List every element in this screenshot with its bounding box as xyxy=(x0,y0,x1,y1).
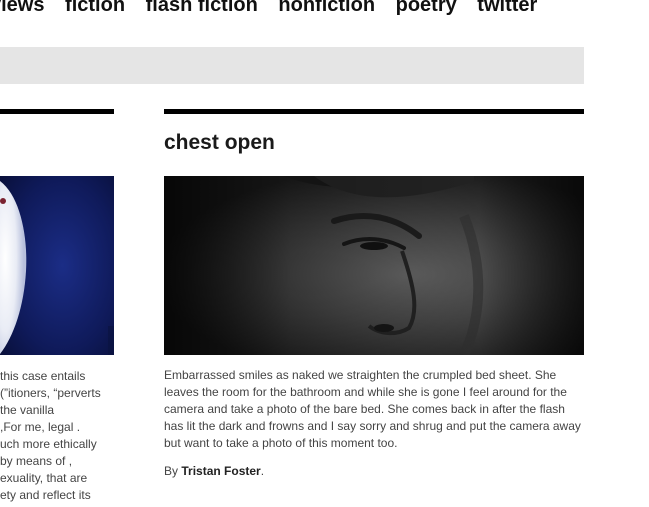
left-excerpt-line: exuality, that are xyxy=(0,471,88,485)
left-post-image-graphic xyxy=(0,176,114,355)
left-excerpt-line: itioners, “perverts”) xyxy=(0,386,101,400)
nav-nonfiction[interactable]: nonfiction xyxy=(278,0,375,17)
post-byline: By Tristan Foster. xyxy=(164,464,264,478)
post-image[interactable] xyxy=(164,176,584,355)
left-column-rule xyxy=(0,109,114,114)
left-excerpt-line: uch more ethically xyxy=(0,437,97,451)
page: views fiction flash fiction nonfiction p… xyxy=(0,0,649,507)
left-excerpt-line: , by means of xyxy=(0,454,73,468)
search-bar-strip xyxy=(0,47,584,84)
left-excerpt-line: ety and reflect its xyxy=(0,488,91,502)
post-image-graphic xyxy=(164,176,584,355)
nav-views[interactable]: views xyxy=(0,0,44,17)
nav-flash-fiction[interactable]: flash fiction xyxy=(146,0,258,17)
author-link[interactable]: Tristan Foster xyxy=(181,464,260,478)
post-excerpt: Embarrassed smiles as naked we straighte… xyxy=(164,368,581,450)
nav-fiction[interactable]: fiction xyxy=(65,0,125,17)
left-post-excerpt: this case entails itioners, “perverts”) … xyxy=(0,368,114,504)
left-excerpt-line: this case entails xyxy=(0,369,86,383)
byline-suffix: . xyxy=(260,464,265,478)
post-title[interactable]: chest open xyxy=(164,131,275,155)
post-rule xyxy=(164,109,584,114)
left-excerpt-line: . For me, legal, xyxy=(0,420,81,434)
top-nav: views fiction flash fiction nonfiction p… xyxy=(0,0,552,17)
nav-twitter[interactable]: twitter xyxy=(477,0,537,17)
nav-poetry[interactable]: poetry xyxy=(396,0,457,17)
left-excerpt-line: the vanilla xyxy=(0,403,55,417)
byline-prefix: By xyxy=(164,464,179,478)
left-post-image[interactable] xyxy=(0,176,114,355)
